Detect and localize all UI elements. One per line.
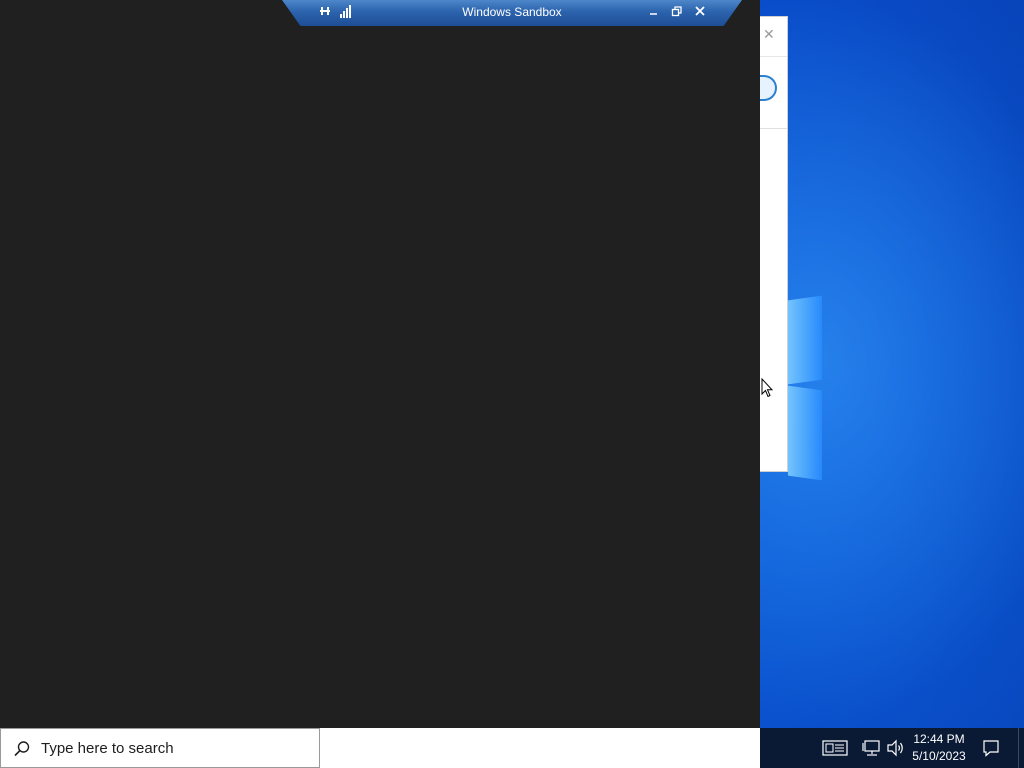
background-dialog-window[interactable]: ✕ bbox=[758, 16, 788, 472]
background-dialog-titlebar: ✕ bbox=[759, 17, 787, 57]
restore-icon bbox=[671, 6, 682, 17]
search-placeholder: Type here to search bbox=[41, 740, 174, 757]
clock-time: 12:44 PM bbox=[913, 732, 965, 746]
minimize-button[interactable] bbox=[646, 3, 662, 19]
clock-date: 5/10/2023 bbox=[912, 749, 966, 763]
background-dialog-header bbox=[759, 57, 787, 129]
network-icon[interactable] bbox=[862, 739, 882, 757]
notification-center-icon[interactable] bbox=[982, 739, 1000, 757]
windows-logo-wallpaper bbox=[788, 288, 828, 482]
app-icon bbox=[759, 75, 777, 101]
close-button[interactable] bbox=[692, 3, 708, 19]
search-icon bbox=[13, 740, 31, 758]
show-desktop-button[interactable] bbox=[1018, 728, 1024, 768]
news-and-interests-icon[interactable] bbox=[822, 739, 848, 757]
taskbar-search-box[interactable]: Type here to search bbox=[0, 728, 320, 768]
close-icon[interactable]: ✕ bbox=[763, 27, 777, 41]
system-tray: 12:44 PM 5/10/2023 bbox=[760, 728, 1024, 768]
sandbox-display-area[interactable] bbox=[0, 0, 760, 728]
taskbar-clock[interactable]: 12:44 PM 5/10/2023 bbox=[910, 731, 968, 765]
sandbox-connection-bar: Windows Sandbox bbox=[282, 0, 742, 26]
restore-button[interactable] bbox=[669, 3, 685, 19]
mouse-pointer-icon bbox=[761, 377, 774, 398]
minimize-icon bbox=[650, 13, 657, 15]
close-icon bbox=[695, 6, 705, 16]
volume-icon[interactable] bbox=[886, 739, 906, 757]
taskbar: Type here to search 12:44 PM 5/10/2023 bbox=[0, 728, 1024, 768]
taskbar-app-area bbox=[320, 728, 760, 768]
